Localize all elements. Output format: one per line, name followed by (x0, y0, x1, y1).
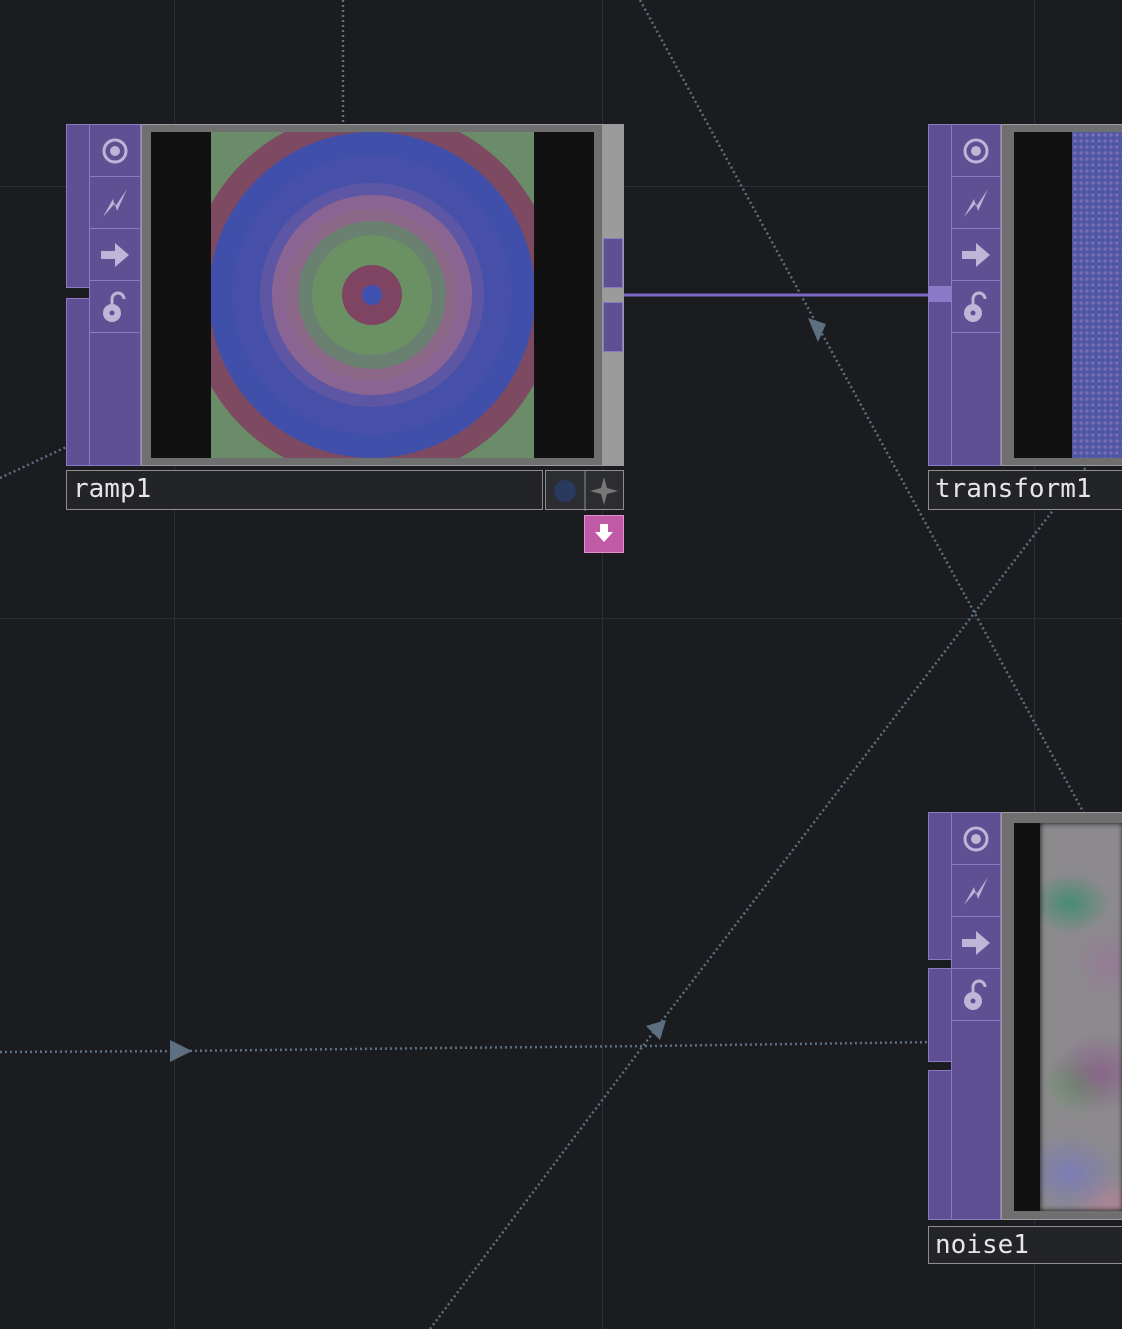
node-name[interactable]: ramp1 (66, 470, 543, 510)
input-connector[interactable] (928, 286, 952, 302)
viewer-active-icon[interactable] (952, 813, 1000, 865)
viewer-image (151, 132, 594, 458)
input-rail[interactable] (928, 968, 952, 1062)
bypass-icon[interactable] (952, 865, 1000, 917)
viewer-image (1014, 132, 1122, 458)
lock-open-icon[interactable] (952, 969, 1000, 1021)
lock-open-icon[interactable] (90, 281, 140, 333)
export-arrow-icon[interactable] (952, 917, 1000, 969)
node-viewer[interactable] (1001, 124, 1122, 466)
node-name[interactable]: noise1 (928, 1226, 1122, 1264)
color-dot-icon (554, 480, 576, 502)
viewer-active-icon[interactable] (952, 125, 1000, 177)
node-toolbar (89, 124, 141, 466)
flag-box[interactable] (545, 470, 624, 511)
input-rail[interactable] (928, 1070, 952, 1220)
transform-pattern (1072, 132, 1122, 458)
node-toolbar (951, 124, 1001, 466)
bypass-icon[interactable] (90, 177, 140, 229)
input-rail[interactable] (66, 298, 90, 466)
node-toolbar (951, 812, 1001, 1220)
viewer-scrollbar[interactable] (602, 124, 624, 466)
wire-arrow (170, 1040, 192, 1062)
input-rail[interactable] (928, 812, 952, 960)
wire-arrow (808, 318, 826, 342)
noise-image (1040, 823, 1122, 1211)
export-arrow-icon[interactable] (90, 229, 140, 281)
lock-open-icon[interactable] (952, 281, 1000, 333)
bypass-icon[interactable] (952, 177, 1000, 229)
export-arrow-icon[interactable] (952, 229, 1000, 281)
node-viewer[interactable] (1001, 812, 1122, 1220)
wire-arrow (646, 1020, 666, 1040)
node-viewer[interactable] (141, 124, 603, 466)
viewer-image (1014, 823, 1122, 1211)
dotted-wire (0, 1039, 1011, 1054)
sparkle-icon (590, 477, 618, 505)
output-connector[interactable] (603, 238, 623, 288)
download-icon[interactable] (584, 515, 624, 553)
node-name[interactable]: transform1 (928, 470, 1122, 510)
input-rail[interactable] (66, 124, 90, 288)
viewer-active-icon[interactable] (90, 125, 140, 177)
ramp-image (211, 132, 534, 458)
output-connector[interactable] (603, 302, 623, 352)
